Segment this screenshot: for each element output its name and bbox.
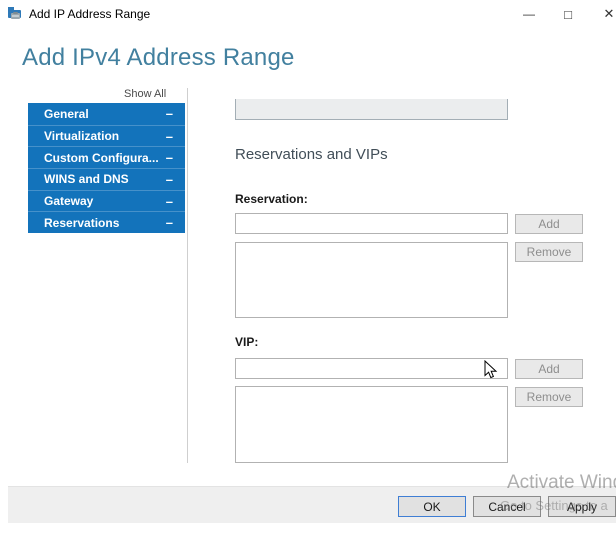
ok-button[interactable]: OK bbox=[398, 496, 466, 517]
collapse-icon[interactable]: – bbox=[166, 129, 173, 144]
page-title: Add IPv4 Address Range bbox=[22, 44, 295, 71]
sidebar-item-general[interactable]: General – bbox=[28, 103, 185, 125]
collapse-icon[interactable]: – bbox=[166, 106, 173, 121]
sidebar-item-label: WINS and DNS bbox=[44, 172, 129, 187]
vip-add-button[interactable]: Add bbox=[515, 359, 583, 379]
show-all-link[interactable]: Show All bbox=[124, 88, 166, 100]
collapse-icon[interactable]: – bbox=[166, 172, 173, 187]
vip-input[interactable] bbox=[235, 358, 508, 379]
app-icon bbox=[7, 6, 23, 22]
sidebar-item-label: Gateway bbox=[44, 194, 94, 209]
minimize-button[interactable]: — bbox=[514, 0, 544, 28]
sidebar-item-label: Custom Configura... bbox=[44, 150, 159, 165]
previous-section-partial-listbox bbox=[235, 99, 508, 120]
collapse-icon[interactable]: – bbox=[166, 215, 173, 230]
cancel-button[interactable]: Cancel bbox=[473, 496, 541, 517]
reservation-listbox[interactable] bbox=[235, 242, 508, 318]
sidebar-item-label: Reservations bbox=[44, 215, 120, 230]
vip-listbox[interactable] bbox=[235, 386, 508, 463]
reservation-input[interactable] bbox=[235, 213, 508, 234]
apply-button[interactable]: Apply bbox=[548, 496, 616, 517]
sidebar-item-gateway[interactable]: Gateway – bbox=[28, 189, 185, 212]
reservation-label: Reservation: bbox=[235, 192, 308, 206]
sidebar-item-label: Virtualization bbox=[44, 129, 120, 144]
content-divider bbox=[187, 88, 188, 463]
titlebar: Add IP Address Range — □ ✕ bbox=[0, 0, 616, 28]
window-title: Add IP Address Range bbox=[29, 7, 151, 21]
maximize-button[interactable]: □ bbox=[553, 0, 583, 28]
sidebar-item-label: General bbox=[44, 106, 89, 121]
reservation-remove-button[interactable]: Remove bbox=[515, 242, 583, 262]
section-title: Reservations and VIPs bbox=[235, 146, 388, 163]
reservation-add-button[interactable]: Add bbox=[515, 214, 583, 234]
collapse-icon[interactable]: – bbox=[166, 194, 173, 209]
vip-remove-button[interactable]: Remove bbox=[515, 387, 583, 407]
sidebar-item-wins-and-dns[interactable]: WINS and DNS – bbox=[28, 168, 185, 190]
close-button[interactable]: ✕ bbox=[594, 0, 616, 28]
collapse-icon[interactable]: – bbox=[166, 150, 173, 165]
add-ip-address-range-window: Add IP Address Range — □ ✕ Add IPv4 Addr… bbox=[0, 0, 616, 534]
sidebar-item-reservations[interactable]: Reservations – bbox=[28, 211, 185, 234]
vip-label: VIP: bbox=[235, 335, 259, 349]
sidebar-item-virtualization[interactable]: Virtualization – bbox=[28, 124, 185, 147]
sidebar-nav: General – Virtualization – Custom Config… bbox=[28, 103, 185, 234]
sidebar-item-custom-configuration[interactable]: Custom Configura... – bbox=[28, 146, 185, 169]
